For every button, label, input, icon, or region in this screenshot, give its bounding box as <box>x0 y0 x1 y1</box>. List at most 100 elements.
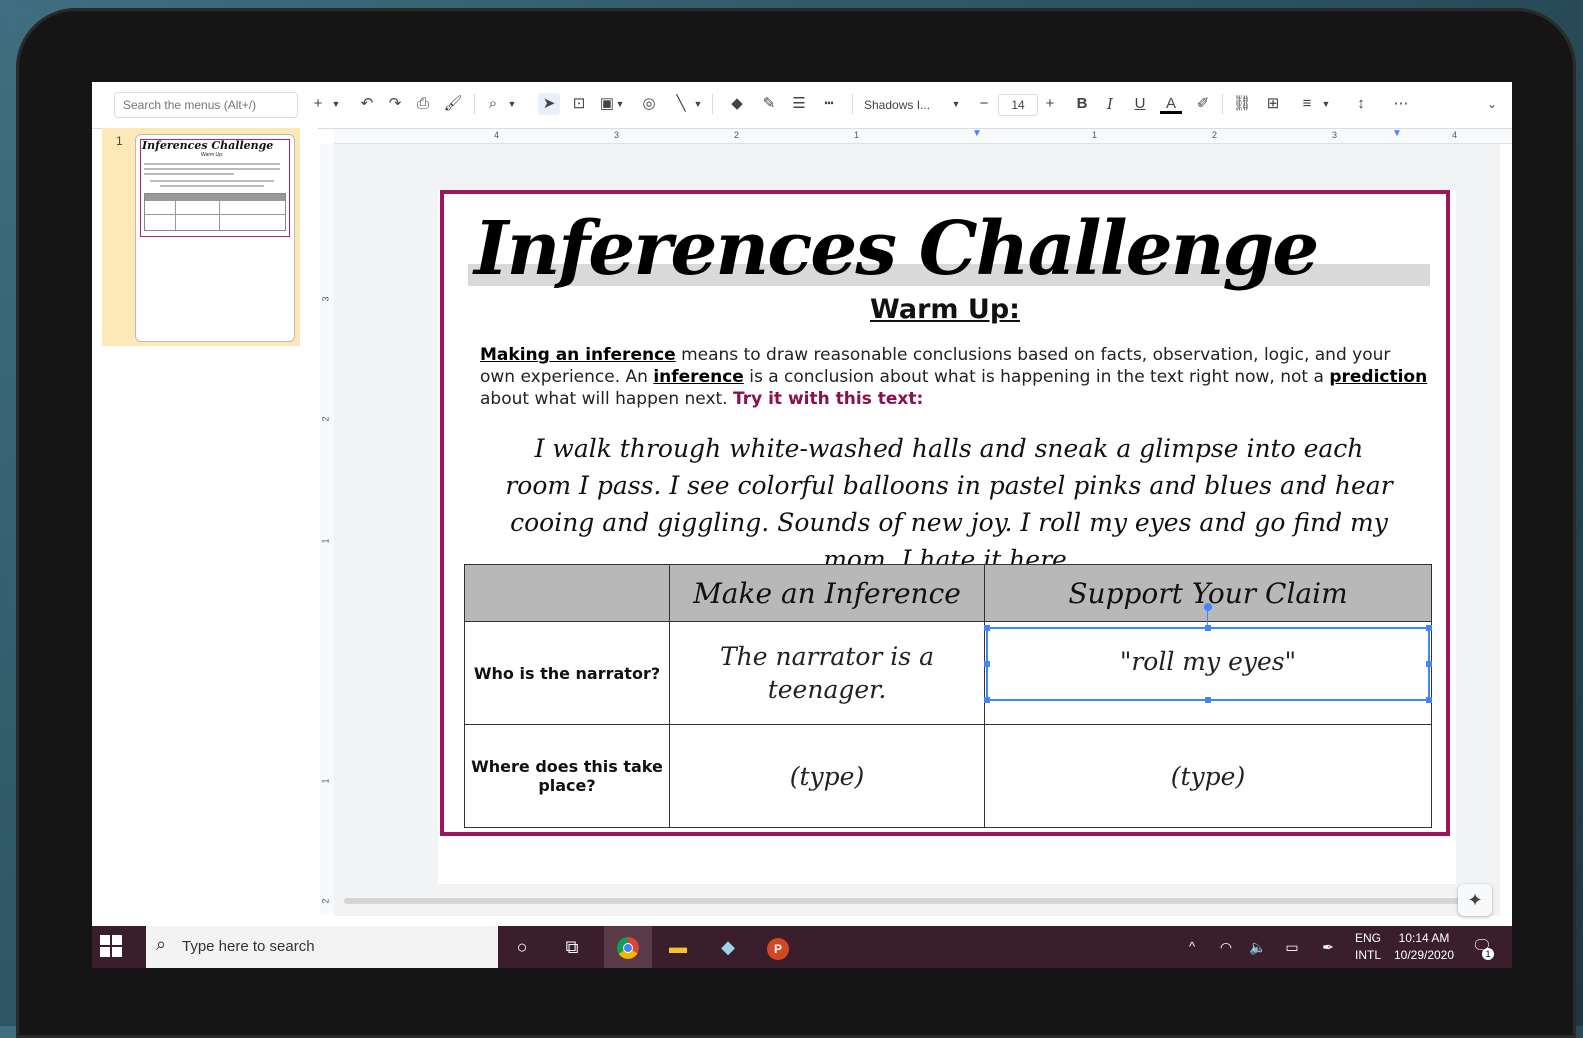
volume-icon[interactable]: 🔈 <box>1244 934 1272 960</box>
para-text: is a conclusion about what is happening … <box>743 367 1330 387</box>
zoom-icon[interactable]: ⌕ <box>482 93 504 115</box>
thumb-table-line <box>175 194 176 230</box>
cortana-icon[interactable]: ○ <box>508 934 536 960</box>
thumb-text-line <box>144 173 234 175</box>
windows-start-icon[interactable] <box>100 935 124 959</box>
border-weight-icon[interactable]: ☰ <box>788 93 810 115</box>
definition-paragraph[interactable]: Making an inference means to draw reason… <box>480 344 1430 410</box>
ruler-label: 1 <box>1092 130 1098 140</box>
resize-handle[interactable] <box>1426 697 1432 703</box>
search-menus-input[interactable] <box>121 93 295 117</box>
inference-cell[interactable]: The narrator is a teenager. <box>669 621 985 725</box>
slide[interactable]: Inferences Challenge Warm Up: Making an … <box>440 190 1450 836</box>
resize-handle[interactable] <box>1205 697 1211 703</box>
print-icon[interactable]: ⎙ <box>412 93 434 115</box>
search-menus-box[interactable] <box>114 92 298 118</box>
comment-icon[interactable]: ⊞ <box>1262 93 1284 115</box>
slide-page[interactable]: Inferences Challenge Warm Up: Making an … <box>438 190 1456 884</box>
search-icon: ⌕ <box>156 934 167 954</box>
shape-icon[interactable]: ◎ <box>638 93 660 115</box>
new-slide-icon[interactable]: + <box>308 93 328 115</box>
resize-handle[interactable] <box>984 661 990 667</box>
decrease-font-icon[interactable]: − <box>974 93 994 115</box>
align-icon[interactable]: ≡ <box>1296 93 1318 115</box>
powerpoint-icon[interactable]: P <box>764 934 792 960</box>
undo-icon[interactable]: ↶ <box>356 93 378 115</box>
table-header-empty <box>464 564 670 622</box>
thumb-table-line <box>145 214 285 215</box>
chevron-down-icon[interactable]: ▼ <box>950 93 962 115</box>
clock-date: 10/29/2020 <box>1393 948 1455 962</box>
language-indicator[interactable]: ENG INTL <box>1350 930 1386 964</box>
text-color-icon[interactable]: A <box>1160 93 1182 114</box>
line-icon[interactable]: ╲ <box>670 93 692 115</box>
claim-cell[interactable]: "roll my eyes" <box>984 603 1432 725</box>
claim-text[interactable]: "roll my eyes" <box>988 629 1428 678</box>
taskbar-search-box[interactable]: ⌕ Type here to search <box>146 926 498 968</box>
fill-color-icon[interactable]: ◆ <box>726 93 748 115</box>
row-label: Where does this take place? <box>464 724 670 828</box>
selected-text-box[interactable]: "roll my eyes" <box>984 603 1432 703</box>
chrome-icon[interactable] <box>604 926 652 968</box>
vertical-ruler: 3 2 1 1 2 <box>320 144 335 914</box>
resize-handle[interactable] <box>1426 625 1432 631</box>
ruler-label: 2 <box>1212 130 1218 140</box>
battery-icon[interactable]: ▭ <box>1278 934 1306 960</box>
wifi-icon[interactable]: ◠ <box>1212 934 1240 960</box>
more-icon[interactable]: ⋯ <box>1390 93 1412 115</box>
ruler-label: 3 <box>320 296 331 302</box>
underline-icon[interactable]: U <box>1130 93 1150 115</box>
slide-canvas: Inferences Challenge Warm Up: Making an … <box>334 144 1500 916</box>
task-view-icon[interactable]: ⧉ <box>558 934 586 960</box>
resize-handle[interactable] <box>1426 661 1432 667</box>
line-spacing-icon[interactable]: ↕ <box>1350 93 1372 115</box>
highlight-icon[interactable]: ✐ <box>1192 93 1214 115</box>
toolbar-divider <box>1222 94 1223 114</box>
ruler-label: 4 <box>494 130 500 140</box>
paint-format-icon[interactable]: 🖌 <box>442 93 464 115</box>
resize-handle[interactable] <box>984 625 990 631</box>
border-dash-icon[interactable]: ┅ <box>818 93 840 115</box>
horizontal-scrollbar[interactable] <box>344 898 1464 904</box>
app-icon[interactable]: ◆ <box>714 934 742 960</box>
explore-icon[interactable]: ✦ <box>1458 884 1492 916</box>
font-name-select[interactable]: Shadows I... <box>864 94 956 116</box>
redo-icon[interactable]: ↷ <box>384 93 406 115</box>
chevron-down-icon[interactable]: ▼ <box>1320 93 1332 115</box>
border-color-icon[interactable]: ✎ <box>758 93 780 115</box>
clock[interactable]: 10:14 AM 10/29/2020 <box>1388 930 1460 964</box>
slide-subtitle[interactable]: Warm Up: <box>444 294 1446 325</box>
thumb-subtitle: Warm Up: <box>201 152 224 158</box>
text-box-icon[interactable]: ⊡ <box>568 93 590 115</box>
file-explorer-icon[interactable]: ▬ <box>664 934 692 960</box>
right-indent-marker-icon[interactable]: ▼ <box>1392 128 1402 139</box>
bold-icon[interactable]: B <box>1072 93 1092 115</box>
chevron-up-icon[interactable]: ^ <box>1178 934 1206 960</box>
horizontal-ruler: 4 3 2 1 ▼ 1 2 3 ▼ 4 <box>334 128 1512 144</box>
chevron-down-icon[interactable]: ▼ <box>692 93 704 115</box>
pen-icon[interactable]: ✒ <box>1314 934 1342 960</box>
indent-marker-icon[interactable]: ▼ <box>972 128 982 139</box>
chevron-down-icon[interactable]: ▼ <box>614 93 626 115</box>
slide-thumbnail[interactable]: Inferences Challenge Warm Up: <box>135 134 295 342</box>
claim-cell[interactable]: (type) <box>984 724 1432 828</box>
inference-cell[interactable]: (type) <box>669 724 985 828</box>
select-cursor-icon[interactable]: ➤ <box>538 93 560 115</box>
increase-font-icon[interactable]: + <box>1040 93 1060 115</box>
collapse-toolbar-icon[interactable]: ⌄ <box>1482 93 1502 115</box>
term-inference: inference <box>653 367 744 387</box>
chevron-down-icon[interactable]: ▼ <box>330 93 342 115</box>
slide-thumbnail-selected[interactable]: 1 Inferences Challenge Warm Up: <box>102 128 300 346</box>
slide-title[interactable]: Inferences Challenge <box>474 204 1319 294</box>
link-icon[interactable]: ⛓ <box>1230 93 1254 115</box>
clock-time: 10:14 AM <box>1398 931 1450 945</box>
term-making-inference: Making an inference <box>480 345 676 365</box>
resize-handle[interactable] <box>984 697 990 703</box>
passage-text[interactable]: I walk through white-washed halls and sn… <box>504 430 1394 578</box>
rotate-handle[interactable] <box>1204 603 1212 611</box>
font-size-field[interactable]: 14 <box>998 94 1038 116</box>
taskbar-search-text: Type here to search <box>182 938 315 955</box>
resize-handle[interactable] <box>1205 625 1211 631</box>
italic-icon[interactable]: I <box>1100 93 1120 115</box>
chevron-down-icon[interactable]: ▼ <box>506 93 518 115</box>
